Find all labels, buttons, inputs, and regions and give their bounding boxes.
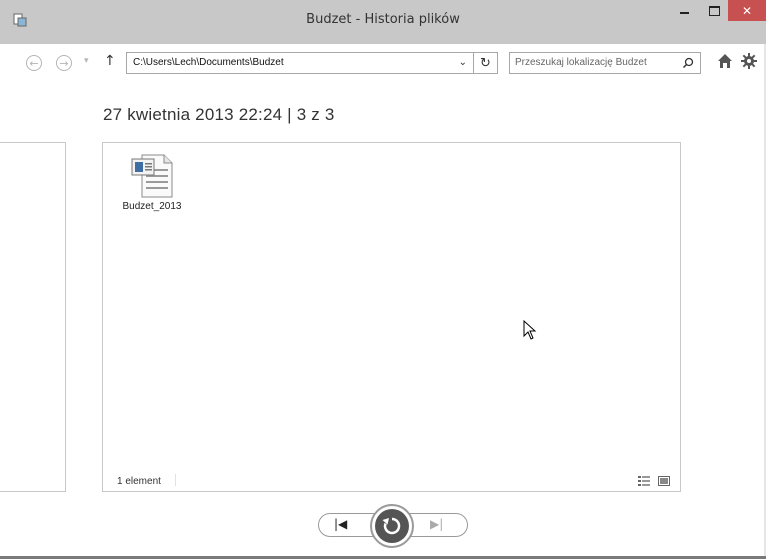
gear-icon[interactable]: [740, 52, 758, 70]
recent-locations-dropdown[interactable]: ▾: [84, 56, 89, 66]
refresh-icon: ↻: [480, 55, 491, 71]
up-button[interactable]: ↑: [104, 53, 116, 69]
previous-snapshot-panel[interactable]: [0, 142, 66, 492]
current-snapshot-panel: Budzet_2013 1 element: [102, 142, 681, 492]
back-button[interactable]: ←: [26, 55, 42, 71]
minimize-icon: [679, 11, 689, 14]
mouse-cursor-icon: [523, 320, 537, 340]
search-input[interactable]: Przeszukaj lokalizację Budzet: [509, 52, 701, 74]
address-path: C:\Users\Lech\Documents\Budzet: [133, 57, 284, 68]
restore-button[interactable]: [370, 504, 414, 548]
forward-button[interactable]: →: [56, 55, 72, 71]
home-icon[interactable]: [716, 52, 734, 70]
search-icon: [682, 57, 694, 69]
close-icon: ✕: [741, 3, 753, 18]
maximize-icon: [708, 5, 720, 16]
next-icon: ▶|: [430, 517, 444, 531]
large-icons-view-icon[interactable]: [658, 476, 670, 486]
file-item[interactable]: Budzet_2013: [115, 151, 189, 213]
restore-icon: [375, 509, 409, 543]
document-icon: [131, 154, 173, 198]
window-title: Budzet - Historia plików: [306, 12, 460, 27]
close-button[interactable]: ✕: [728, 0, 766, 21]
refresh-button[interactable]: ↻: [474, 52, 498, 74]
maximize-button[interactable]: [700, 0, 728, 21]
status-divider: [175, 474, 176, 486]
forward-arrow-icon: →: [59, 56, 69, 70]
snapshot-date-heading: 27 kwietnia 2013 22:24 | 3 z 3: [103, 105, 335, 124]
restore-controls: |◀ ▶|: [314, 504, 468, 548]
previous-icon: |◀: [334, 517, 348, 531]
title-bar: Budzet - Historia plików ✕: [0, 0, 766, 44]
details-view-icon[interactable]: [638, 476, 650, 486]
search-placeholder: Przeszukaj lokalizację Budzet: [515, 57, 647, 68]
previous-version-button[interactable]: |◀: [334, 517, 347, 531]
back-arrow-icon: ←: [29, 56, 39, 70]
navigation-bar: ← → ▾ ↑ C:\Users\Lech\Documents\Budzet ⌄…: [0, 44, 766, 80]
item-count: 1 element: [117, 476, 161, 487]
file-name: Budzet_2013: [122, 201, 182, 212]
minimize-button[interactable]: [670, 0, 698, 21]
next-version-button[interactable]: ▶|: [430, 517, 443, 531]
address-dropdown-icon[interactable]: ⌄: [459, 53, 467, 73]
address-bar[interactable]: C:\Users\Lech\Documents\Budzet ⌄: [126, 52, 474, 74]
